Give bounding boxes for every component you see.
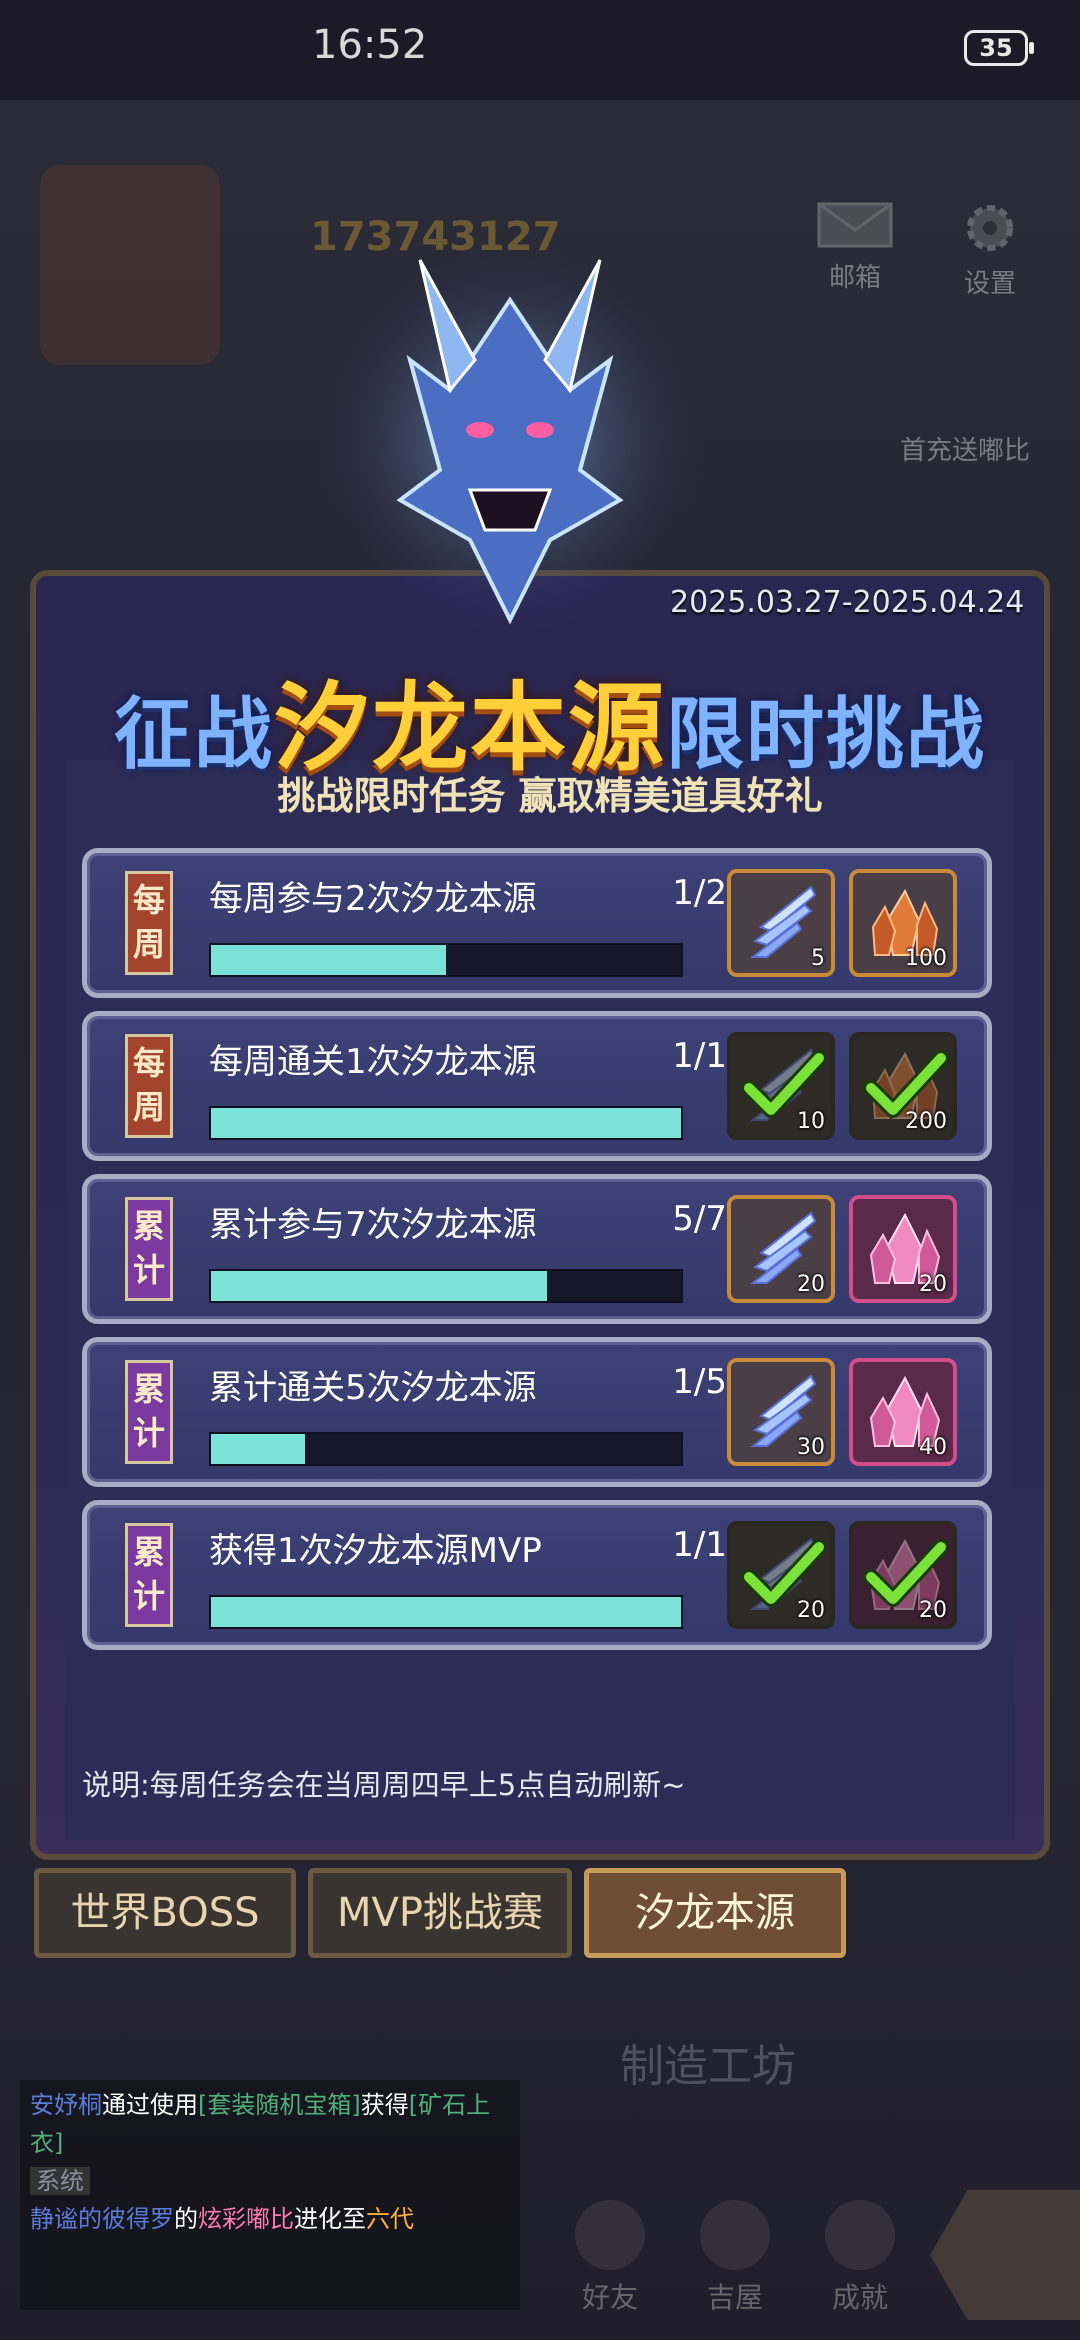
- battery-indicator: 35: [964, 30, 1034, 66]
- first-charge-label[interactable]: 首充送嘟比: [900, 430, 1030, 467]
- chat-player-name[interactable]: 安妤桐: [30, 2091, 102, 2119]
- chat-text: 的: [174, 2205, 198, 2233]
- task-progress-text: 1/2: [672, 873, 727, 913]
- tab-dragon-origin[interactable]: 汐龙本源: [584, 1868, 846, 1958]
- gear-icon: [967, 205, 1013, 251]
- task-progress-text: 1/1: [672, 1525, 727, 1565]
- tab-mvp-challenge[interactable]: MVP挑战赛: [308, 1868, 572, 1958]
- chat-pet-name: 炫彩嘟比: [198, 2205, 294, 2233]
- task-tag: 累计: [125, 1360, 173, 1464]
- reward-qty: 30: [797, 1435, 825, 1460]
- chat-text: 获得: [360, 2091, 409, 2119]
- task-tag: 每周: [125, 1034, 173, 1138]
- progress-fill: [211, 1271, 547, 1301]
- chat-system-row: 系统: [30, 2162, 510, 2200]
- checkmark-icon: [863, 1050, 947, 1118]
- reward-slot[interactable]: 5: [727, 869, 835, 977]
- reward-slot[interactable]: 30: [727, 1358, 835, 1466]
- mail-icon: [817, 202, 893, 248]
- event-date-range: 2025.03.27-2025.04.24: [670, 585, 1025, 620]
- task-tag: 每周: [125, 871, 173, 975]
- task-name: 累计参与7次汐龙本源: [209, 1205, 537, 1245]
- friends-icon: [575, 2200, 645, 2270]
- task-progress-text: 5/7: [672, 1199, 727, 1239]
- task-progress-bar: [209, 943, 683, 977]
- reward-slot[interactable]: 20: [727, 1521, 835, 1629]
- reward-slot[interactable]: 20: [727, 1195, 835, 1303]
- mail-button[interactable]: 邮箱: [810, 200, 900, 293]
- task-progress-text: 1/1: [672, 1036, 727, 1076]
- checkmark-icon: [863, 1539, 947, 1607]
- task-row: 每周 每周通关1次汐龙本源 1/1 10 200: [82, 1011, 992, 1161]
- nav-label: 吉屋: [706, 2281, 763, 2314]
- reward-slot[interactable]: 20: [849, 1521, 957, 1629]
- chat-text: 进化至: [294, 2205, 366, 2233]
- reward-qty: 20: [797, 1272, 825, 1297]
- task-progress-text: 1/5: [672, 1362, 727, 1402]
- nav-house[interactable]: 吉屋: [685, 2200, 785, 2314]
- event-subtitle: 挑战限时任务 赢取精美道具好礼: [277, 774, 823, 818]
- system-tag: 系统: [30, 2167, 90, 2195]
- chat-stage: 六代: [366, 2205, 414, 2233]
- task-progress-bar: [209, 1106, 683, 1140]
- nav-label: 成就: [831, 2281, 888, 2314]
- tab-world-boss[interactable]: 世界BOSS: [34, 1868, 296, 1958]
- nav-achievements[interactable]: 成就: [810, 2200, 910, 2314]
- dragon-boss-art: [310, 240, 710, 640]
- trophy-icon: [825, 2200, 895, 2270]
- checkmark-icon: [741, 1539, 825, 1607]
- chat-item-link[interactable]: [套装随机宝箱]: [198, 2091, 361, 2119]
- status-bar: 16:52 35: [0, 0, 1080, 100]
- chat-line-1: 安妤桐通过使用[套装随机宝箱]获得[矿石上衣]: [30, 2086, 510, 2162]
- task-name: 累计通关5次汐龙本源: [209, 1368, 537, 1408]
- task-row: 每周 每周参与2次汐龙本源 1/2 5 100: [82, 848, 992, 998]
- reward-slot[interactable]: 10: [727, 1032, 835, 1140]
- settings-button[interactable]: 设置: [945, 200, 1035, 299]
- player-avatar[interactable]: [40, 165, 220, 365]
- progress-fill: [211, 945, 446, 975]
- progress-fill: [211, 1434, 305, 1464]
- task-row: 累计 获得1次汐龙本源MVP 1/1 20 20: [82, 1500, 992, 1650]
- task-name: 每周通关1次汐龙本源: [209, 1042, 537, 1082]
- progress-fill: [211, 1108, 681, 1138]
- reward-slot[interactable]: 20: [849, 1195, 957, 1303]
- task-progress-bar: [209, 1595, 683, 1629]
- chat-text: 通过使用: [102, 2091, 198, 2119]
- task-name: 获得1次汐龙本源MVP: [209, 1531, 542, 1571]
- task-progress-bar: [209, 1269, 683, 1303]
- workshop-label: 制造工坊: [620, 2041, 796, 2092]
- reward-qty: 20: [919, 1272, 947, 1297]
- task-row: 累计 累计参与7次汐龙本源 5/7 20 20: [82, 1174, 992, 1324]
- event-note: 说明:每周任务会在当周周四早上5点自动刷新~: [82, 1768, 686, 1802]
- reward-slot[interactable]: 40: [849, 1358, 957, 1466]
- house-icon: [700, 2200, 770, 2270]
- chat-box[interactable]: 安妤桐通过使用[套装随机宝箱]获得[矿石上衣] 系统 静谧的彼得罗的炫彩嘟比进化…: [20, 2080, 520, 2310]
- task-tag: 累计: [125, 1197, 173, 1301]
- task-row: 累计 累计通关5次汐龙本源 1/5 30 40: [82, 1337, 992, 1487]
- reward-qty: 40: [919, 1435, 947, 1460]
- reward-slot[interactable]: 100: [849, 869, 957, 977]
- reward-qty: 5: [811, 946, 825, 971]
- checkmark-icon: [741, 1050, 825, 1118]
- settings-label: 设置: [963, 269, 1016, 299]
- reward-qty: 100: [905, 946, 947, 971]
- chat-line-2: 静谧的彼得罗的炫彩嘟比进化至六代: [30, 2200, 510, 2238]
- task-name: 每周参与2次汐龙本源: [209, 879, 537, 919]
- nav-label: 好友: [581, 2281, 638, 2314]
- task-tag: 累计: [125, 1523, 173, 1627]
- progress-fill: [211, 1597, 681, 1627]
- chat-player-name[interactable]: 静谧的彼得罗: [30, 2205, 174, 2233]
- reward-slot[interactable]: 200: [849, 1032, 957, 1140]
- mail-label: 邮箱: [828, 263, 881, 293]
- task-progress-bar: [209, 1432, 683, 1466]
- nav-friends[interactable]: 好友: [560, 2200, 660, 2314]
- clock: 16:52: [312, 22, 428, 68]
